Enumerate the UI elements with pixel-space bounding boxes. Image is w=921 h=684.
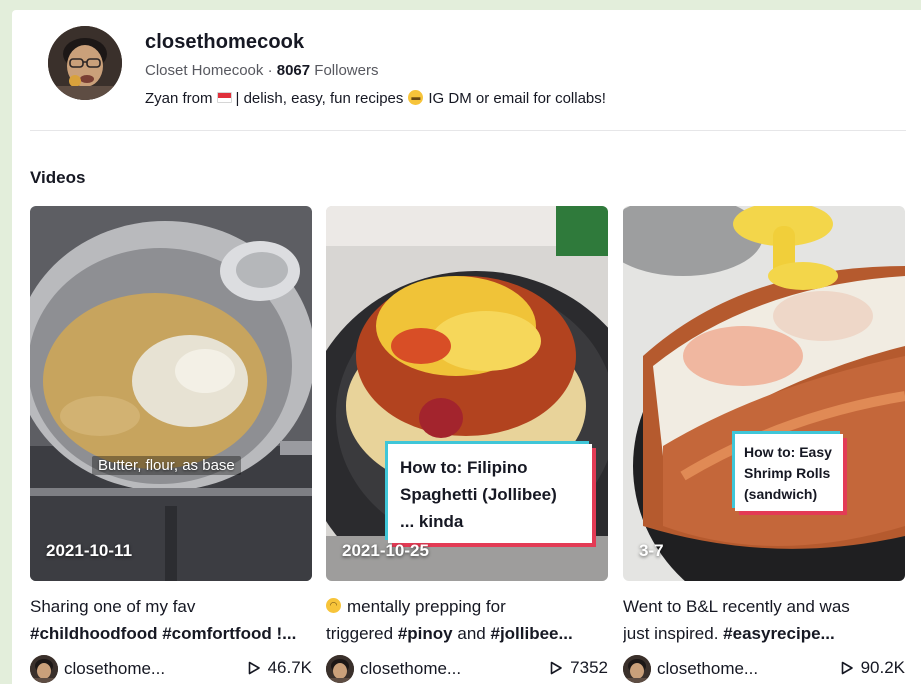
video-title-line: Spaghetti (Jollibee) — [400, 485, 557, 504]
video-description[interactable]: ◠ mentally prepping for triggered #pinoy … — [326, 593, 608, 647]
video-title-card: How to: Easy Shrimp Rolls (sandwich) — [735, 434, 843, 511]
video-date: 2021-10-25 — [342, 541, 429, 560]
video-desc-line: Went to B&L recently and was — [623, 597, 850, 616]
play-count: 46.7K — [247, 658, 312, 678]
video-title-line: Shrimp Rolls — [744, 465, 831, 481]
author-avatar[interactable] — [30, 655, 58, 683]
video-thumbnail[interactable]: Butter, flour, as base 2021-10-11 — [30, 206, 312, 581]
grinning-face-icon: ▬ — [408, 90, 424, 105]
video-thumbnail[interactable]: How to: Easy Shrimp Rolls (sandwich) 3-7 — [623, 206, 905, 581]
profile-bio: Zyan from | delish, easy, fun recipes ▬ … — [145, 90, 606, 107]
author-avatar-image — [30, 655, 58, 683]
video-date: 2021-10-11 — [46, 541, 133, 560]
video-card: How to: Filipino Spaghetti (Jollibee) ..… — [326, 206, 608, 683]
play-count: 7352 — [549, 658, 608, 678]
video-thumbnail-image — [30, 206, 312, 581]
video-title-line: ... kinda — [400, 512, 464, 531]
author-avatar-image — [326, 655, 354, 683]
author-name[interactable]: closethome... — [64, 659, 165, 679]
video-description[interactable]: Went to B&L recently and was just inspir… — [623, 593, 905, 647]
video-title-card: How to: Filipino Spaghetti (Jollibee) ..… — [388, 444, 592, 543]
hashtag-link[interactable]: #pinoy — [398, 624, 453, 643]
author-name[interactable]: closethome... — [360, 659, 461, 679]
video-overlay-text: Butter, flour, as base — [92, 456, 241, 475]
author-avatar-image — [623, 655, 651, 683]
video-card-footer: closethome... 7352 — [326, 655, 608, 683]
header-divider — [30, 130, 906, 131]
meta-separator: · — [267, 62, 273, 79]
profile-username: closethomecook — [145, 31, 305, 53]
profile-avatar-image — [48, 26, 122, 100]
video-card-footer: closethome... 90.2K — [623, 655, 905, 683]
upside-down-face-icon: ◠ — [326, 598, 341, 614]
bio-middle: | delish, easy, fun recipes — [235, 90, 404, 107]
play-count-value: 46.7K — [267, 658, 312, 677]
video-desc-line: just inspired. #easyrecipe... — [623, 620, 905, 647]
play-count: 90.2K — [840, 658, 905, 678]
hashtag-link[interactable]: #jollibee... — [490, 624, 572, 643]
author-avatar[interactable] — [326, 655, 354, 683]
video-title-line: (sandwich) — [744, 486, 818, 502]
video-desc-line: ◠ mentally prepping for — [326, 593, 608, 620]
video-desc-hashtags[interactable]: #childhoodfood #comfortfood !... — [30, 620, 312, 647]
hashtag-link[interactable]: #easyrecipe... — [723, 624, 835, 643]
author-avatar[interactable] — [623, 655, 651, 683]
followers-label: Followers — [314, 62, 379, 79]
video-title-line: How to: Easy — [744, 444, 832, 460]
bio-prefix: Zyan from — [145, 90, 213, 107]
profile-meta: Closet Homecook · 8067 Followers — [145, 62, 378, 79]
video-desc-text: triggered — [326, 624, 394, 643]
video-thumbnail-image — [623, 206, 905, 581]
profile-header: closethomecook Closet Homecook · 8067 Fo… — [12, 10, 921, 130]
play-icon — [550, 661, 562, 675]
bio-suffix: IG DM or email for collabs! — [428, 90, 606, 107]
profile-page: closethomecook Closet Homecook · 8067 Fo… — [12, 10, 921, 684]
play-count-value: 7352 — [570, 658, 608, 677]
play-icon — [248, 661, 260, 675]
video-card-footer: closethome... 46.7K — [30, 655, 312, 683]
video-description[interactable]: Sharing one of my fav #childhoodfood #co… — [30, 593, 312, 647]
author-name[interactable]: closethome... — [657, 659, 758, 679]
video-thumbnail[interactable]: How to: Filipino Spaghetti (Jollibee) ..… — [326, 206, 608, 581]
video-title-line: How to: Filipino — [400, 458, 528, 477]
play-icon — [841, 661, 853, 675]
profile-nickname: Closet Homecook — [145, 62, 264, 79]
video-date: 3-7 — [639, 541, 664, 560]
video-desc-text: and — [457, 624, 486, 643]
video-card: Butter, flour, as base 2021-10-11 Sharin… — [30, 206, 312, 683]
play-count-value: 90.2K — [860, 658, 905, 677]
indonesia-flag-icon — [216, 92, 232, 103]
video-desc-text: mentally prepping for — [347, 597, 506, 616]
followers-count: 8067 — [276, 62, 311, 79]
video-card: How to: Easy Shrimp Rolls (sandwich) 3-7… — [623, 206, 905, 683]
video-desc-line: triggered #pinoy and #jollibee... — [326, 620, 608, 647]
videos-section-title: Videos — [30, 168, 86, 187]
video-desc-text: just inspired. — [623, 624, 719, 643]
profile-avatar[interactable] — [48, 26, 122, 100]
video-desc-line: Sharing one of my fav — [30, 597, 196, 616]
